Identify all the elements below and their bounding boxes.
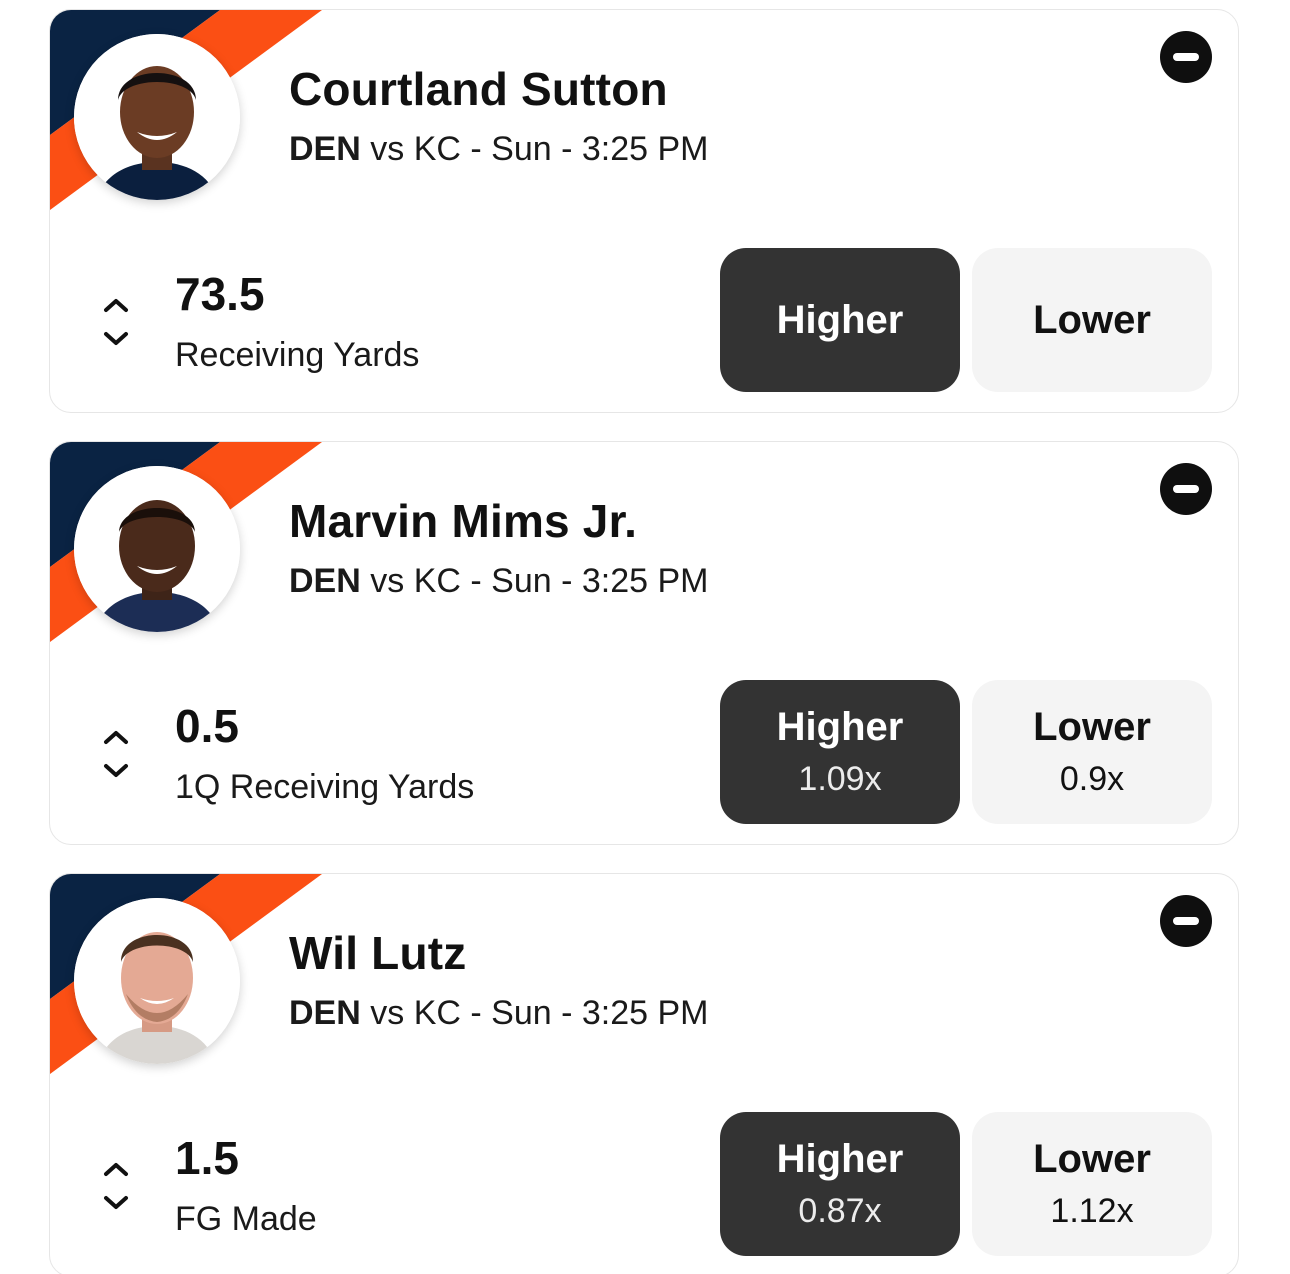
higher-multiplier: 1.09x bbox=[798, 760, 882, 798]
higher-multiplier: 0.87x bbox=[798, 1192, 882, 1230]
player-name: Wil Lutz bbox=[289, 927, 467, 979]
stat-type: FG Made bbox=[175, 1200, 317, 1238]
player-card: Marvin Mims Jr. DEN vs KC - Sun - 3:25 P… bbox=[49, 441, 1239, 845]
lower-button[interactable]: Lower bbox=[972, 248, 1212, 392]
player-avatar bbox=[74, 466, 240, 632]
team-abbr: DEN bbox=[289, 562, 361, 600]
remove-button[interactable] bbox=[1160, 463, 1212, 515]
higher-label: Higher bbox=[776, 705, 904, 749]
higher-label: Higher bbox=[776, 1137, 904, 1181]
up-down-chevron-icon[interactable] bbox=[102, 1156, 130, 1216]
game-info: DEN vs KC - Sun - 3:25 PM bbox=[289, 994, 708, 1033]
lower-button[interactable]: Lower 0.9x bbox=[972, 680, 1212, 824]
matchup-text: vs KC - Sun - 3:25 PM bbox=[360, 130, 709, 168]
stat-type: 1Q Receiving Yards bbox=[175, 768, 475, 806]
projection-line: 73.5 bbox=[175, 268, 265, 320]
team-abbr: DEN bbox=[289, 994, 361, 1032]
remove-icon bbox=[1173, 53, 1199, 61]
remove-icon bbox=[1173, 485, 1199, 493]
up-down-chevron-icon[interactable] bbox=[102, 292, 130, 352]
remove-button[interactable] bbox=[1160, 31, 1212, 83]
player-card: Wil Lutz DEN vs KC - Sun - 3:25 PM 1.5 F… bbox=[49, 873, 1239, 1274]
higher-label: Higher bbox=[776, 298, 904, 342]
projection-line: 1.5 bbox=[175, 1132, 239, 1184]
matchup-text: vs KC - Sun - 3:25 PM bbox=[360, 994, 709, 1032]
higher-button[interactable]: Higher bbox=[720, 248, 960, 392]
remove-icon bbox=[1173, 917, 1199, 925]
player-name: Marvin Mims Jr. bbox=[289, 495, 638, 547]
remove-button[interactable] bbox=[1160, 895, 1212, 947]
lower-multiplier: 0.9x bbox=[1059, 760, 1125, 798]
player-avatar bbox=[74, 898, 240, 1064]
higher-button[interactable]: Higher 1.09x bbox=[720, 680, 960, 824]
game-info: DEN vs KC - Sun - 3:25 PM bbox=[289, 130, 708, 169]
up-down-chevron-icon[interactable] bbox=[102, 724, 130, 784]
game-info: DEN vs KC - Sun - 3:25 PM bbox=[289, 562, 708, 601]
lower-label: Lower bbox=[1033, 298, 1151, 342]
matchup-text: vs KC - Sun - 3:25 PM bbox=[360, 562, 709, 600]
team-abbr: DEN bbox=[289, 130, 361, 168]
stat-type: Receiving Yards bbox=[175, 336, 420, 374]
picks-list: Courtland Sutton DEN vs KC - Sun - 3:25 … bbox=[0, 0, 1290, 1274]
lower-label: Lower bbox=[1033, 1137, 1151, 1181]
lower-button[interactable]: Lower 1.12x bbox=[972, 1112, 1212, 1256]
player-avatar bbox=[74, 34, 240, 200]
player-name: Courtland Sutton bbox=[289, 63, 668, 115]
lower-multiplier: 1.12x bbox=[1050, 1192, 1134, 1230]
projection-line: 0.5 bbox=[175, 700, 239, 752]
lower-label: Lower bbox=[1033, 705, 1151, 749]
higher-button[interactable]: Higher 0.87x bbox=[720, 1112, 960, 1256]
player-card: Courtland Sutton DEN vs KC - Sun - 3:25 … bbox=[49, 9, 1239, 413]
